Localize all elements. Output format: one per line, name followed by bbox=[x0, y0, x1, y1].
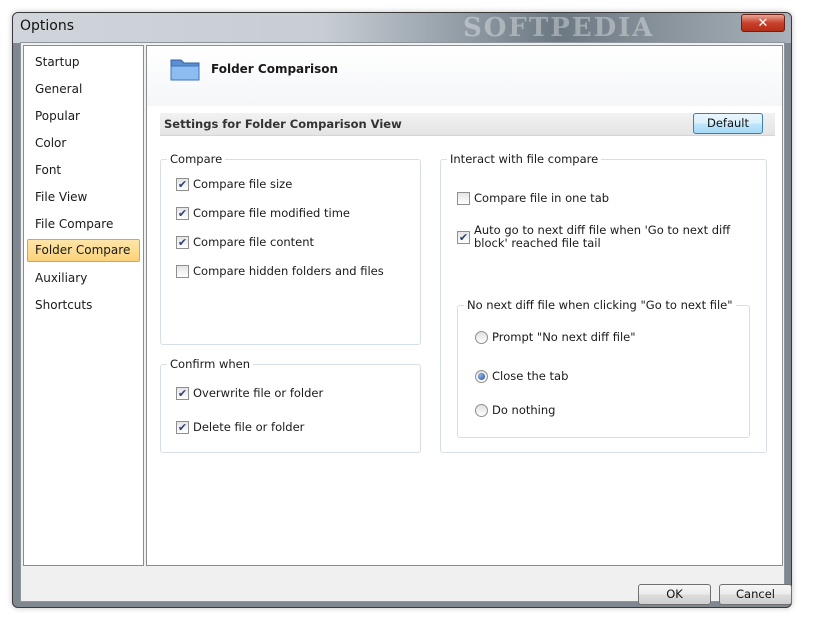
interact-group: Interact with file compare Compare file … bbox=[440, 152, 767, 453]
checkbox-unchecked-icon bbox=[457, 192, 470, 205]
settings-label: Settings for Folder Comparison View bbox=[164, 117, 402, 131]
sidebar-item-startup[interactable]: Startup bbox=[27, 51, 140, 74]
window-body: Startup General Popular Color Font File … bbox=[20, 42, 792, 605]
settings-panel: Folder Comparison Settings for Folder Co… bbox=[146, 45, 783, 566]
close-icon: ✕ bbox=[757, 16, 769, 31]
confirm-group: Confirm when ✔ Overwrite file or folder … bbox=[160, 357, 421, 453]
checkbox-checked-icon: ✔ bbox=[176, 236, 189, 249]
page-title: Folder Comparison bbox=[211, 62, 339, 76]
settings-header-bar: Settings for Folder Comparison View Defa… bbox=[160, 113, 775, 136]
checkbox-label: Compare file content bbox=[193, 235, 315, 249]
radio-unselected-icon bbox=[475, 404, 488, 417]
sidebar: Startup General Popular Color Font File … bbox=[23, 45, 144, 566]
radio-label: Do nothing bbox=[492, 403, 556, 417]
checkbox-label: Overwrite file or folder bbox=[193, 386, 324, 400]
checkbox-checked-icon: ✔ bbox=[176, 421, 189, 434]
default-button[interactable]: Default bbox=[693, 113, 763, 134]
auto-next-diff-checkbox[interactable]: ✔ Auto go to next diff file when 'Go to … bbox=[457, 224, 747, 252]
folder-icon bbox=[169, 56, 201, 85]
sidebar-item-color[interactable]: Color bbox=[27, 132, 140, 155]
checkbox-label: Compare file modified time bbox=[193, 206, 350, 220]
sidebar-item-font[interactable]: Font bbox=[27, 159, 140, 182]
compare-group: Compare ✔ Compare file size ✔ Compare fi… bbox=[160, 152, 421, 345]
checkbox-checked-icon: ✔ bbox=[176, 387, 189, 400]
sidebar-item-auxiliary[interactable]: Auxiliary bbox=[27, 267, 140, 290]
checkbox-checked-icon: ✔ bbox=[457, 231, 470, 244]
compare-group-title: Compare bbox=[167, 152, 226, 166]
checkbox-label: Auto go to next diff file when 'Go to ne… bbox=[474, 223, 731, 250]
checkbox-label: Delete file or folder bbox=[193, 420, 305, 434]
confirm-group-title: Confirm when bbox=[167, 357, 254, 371]
sidebar-item-file-view[interactable]: File View bbox=[27, 186, 140, 209]
options-window: Options SOFTPEDIA ✕ Startup General Popu… bbox=[12, 12, 792, 608]
no-next-diff-group: No next diff file when clicking "Go to n… bbox=[457, 298, 750, 438]
sidebar-item-file-compare[interactable]: File Compare bbox=[27, 213, 140, 236]
sidebar-item-folder-compare[interactable]: Folder Compare bbox=[27, 239, 140, 262]
no-next-diff-group-title: No next diff file when clicking "Go to n… bbox=[464, 298, 736, 312]
checkbox-label: Compare hidden folders and files bbox=[193, 264, 384, 278]
radio-label: Close the tab bbox=[492, 369, 569, 383]
sidebar-item-general[interactable]: General bbox=[27, 78, 140, 101]
cancel-button[interactable]: Cancel bbox=[719, 584, 792, 605]
sidebar-item-shortcuts[interactable]: Shortcuts bbox=[27, 294, 140, 317]
window-title: Options bbox=[20, 18, 75, 34]
checkbox-unchecked-icon bbox=[176, 265, 189, 278]
radio-selected-icon bbox=[475, 370, 488, 383]
ok-button[interactable]: OK bbox=[638, 584, 711, 605]
radio-label: Prompt "No next diff file" bbox=[492, 330, 636, 344]
panel-header: Folder Comparison bbox=[147, 46, 782, 106]
radio-unselected-icon bbox=[475, 331, 488, 344]
title-bar[interactable]: Options SOFTPEDIA ✕ bbox=[13, 13, 791, 43]
checkbox-checked-icon: ✔ bbox=[176, 207, 189, 220]
sidebar-item-popular[interactable]: Popular bbox=[27, 105, 140, 128]
checkbox-checked-icon: ✔ bbox=[176, 178, 189, 191]
interact-group-title: Interact with file compare bbox=[447, 152, 602, 166]
checkbox-label: Compare file size bbox=[193, 177, 293, 191]
checkbox-label: Compare file in one tab bbox=[474, 191, 610, 205]
watermark: SOFTPEDIA bbox=[463, 13, 655, 43]
close-button[interactable]: ✕ bbox=[741, 14, 785, 32]
